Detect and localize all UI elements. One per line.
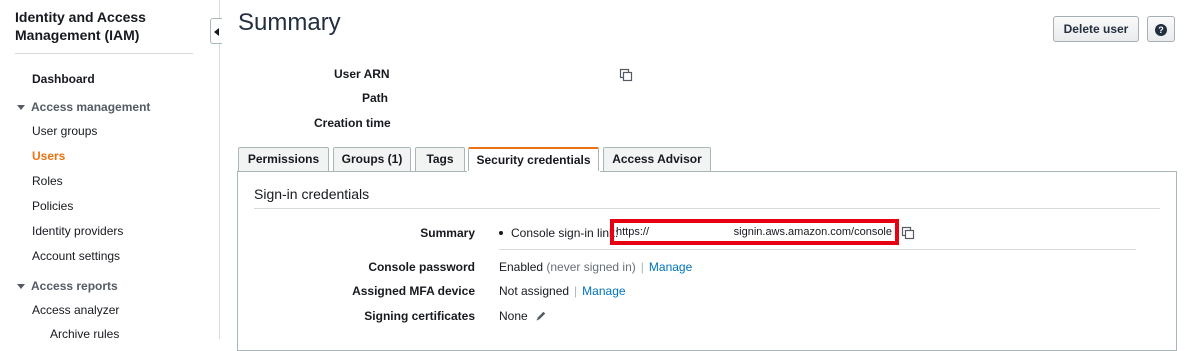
- console-password-label: Console password: [368, 260, 475, 274]
- panel-border: [600, 171, 1177, 172]
- row-divider: [499, 249, 1136, 250]
- sidebar-item-roles[interactable]: Roles: [32, 174, 63, 188]
- creation-time-label: Creation time: [314, 116, 391, 130]
- manage-mfa-link[interactable]: Manage: [582, 284, 625, 298]
- tab-access-advisor[interactable]: Access Advisor: [603, 147, 711, 172]
- caret-down-icon: [17, 105, 25, 110]
- sidebar-section-label: Access management: [31, 100, 151, 114]
- mfa-label: Assigned MFA device: [352, 284, 475, 298]
- highlight-box: [610, 219, 899, 245]
- separator: |: [574, 284, 578, 298]
- sidebar-item-dashboard[interactable]: Dashboard: [32, 72, 95, 86]
- sidebar-item-user-groups[interactable]: User groups: [32, 124, 97, 138]
- signing-certificates-label: Signing certificates: [364, 309, 475, 323]
- help-button[interactable]: ?: [1147, 16, 1175, 42]
- caret-down-icon: [17, 284, 25, 289]
- sidebar-item-policies[interactable]: Policies: [32, 199, 73, 213]
- manage-password-link[interactable]: Manage: [649, 260, 692, 274]
- sidebar-item-users[interactable]: Users: [32, 149, 65, 163]
- sidebar-item-access-analyzer[interactable]: Access analyzer: [32, 303, 119, 317]
- signing-certificates-value: None: [499, 309, 547, 323]
- copy-icon[interactable]: [901, 226, 915, 240]
- collapse-sidebar-button[interactable]: [210, 18, 222, 44]
- path-label: Path: [362, 91, 389, 105]
- summary-label: Summary: [420, 226, 475, 240]
- sidebar-item-account-settings[interactable]: Account settings: [32, 249, 120, 263]
- tab-security-credentials[interactable]: Security credentials: [468, 147, 599, 173]
- pencil-icon[interactable]: [535, 310, 547, 322]
- console-password-note: (never signed in): [546, 260, 636, 274]
- console-link-label: Console sign-in link:: [511, 226, 619, 240]
- console-password-value: Enabled (never signed in) | Manage: [499, 260, 692, 274]
- list-bullet: [499, 231, 503, 235]
- section-divider: [254, 208, 1160, 209]
- sidebar-section-label: Access reports: [31, 279, 118, 293]
- copy-icon[interactable]: [619, 68, 633, 82]
- panel-border: [238, 171, 467, 172]
- page-title: Summary: [238, 9, 341, 36]
- mfa-status: Not assigned: [499, 284, 570, 298]
- sidebar-divider: [15, 53, 193, 54]
- separator: |: [640, 260, 644, 274]
- signing-certificates-status: None: [499, 309, 528, 323]
- console-password-status: Enabled: [499, 260, 544, 274]
- sidebar-section-access-management[interactable]: Access management: [17, 100, 150, 114]
- tab-tags[interactable]: Tags: [415, 147, 465, 172]
- tab-permissions[interactable]: Permissions: [238, 147, 329, 172]
- sidebar-title[interactable]: Identity and Access Management (IAM): [15, 8, 195, 44]
- help-icon: ?: [1155, 24, 1167, 36]
- mfa-value: Not assigned | Manage: [499, 284, 626, 298]
- sidebar-item-identity-providers[interactable]: Identity providers: [32, 224, 123, 238]
- tab-groups[interactable]: Groups (1): [333, 147, 411, 172]
- chevron-left-icon: [214, 28, 219, 36]
- user-arn-label: User ARN: [334, 67, 390, 81]
- section-title: Sign-in credentials: [254, 186, 370, 202]
- sidebar-section-access-reports[interactable]: Access reports: [17, 279, 118, 293]
- delete-user-button[interactable]: Delete user: [1053, 16, 1139, 42]
- sidebar: Identity and Access Management (IAM) Das…: [0, 0, 220, 341]
